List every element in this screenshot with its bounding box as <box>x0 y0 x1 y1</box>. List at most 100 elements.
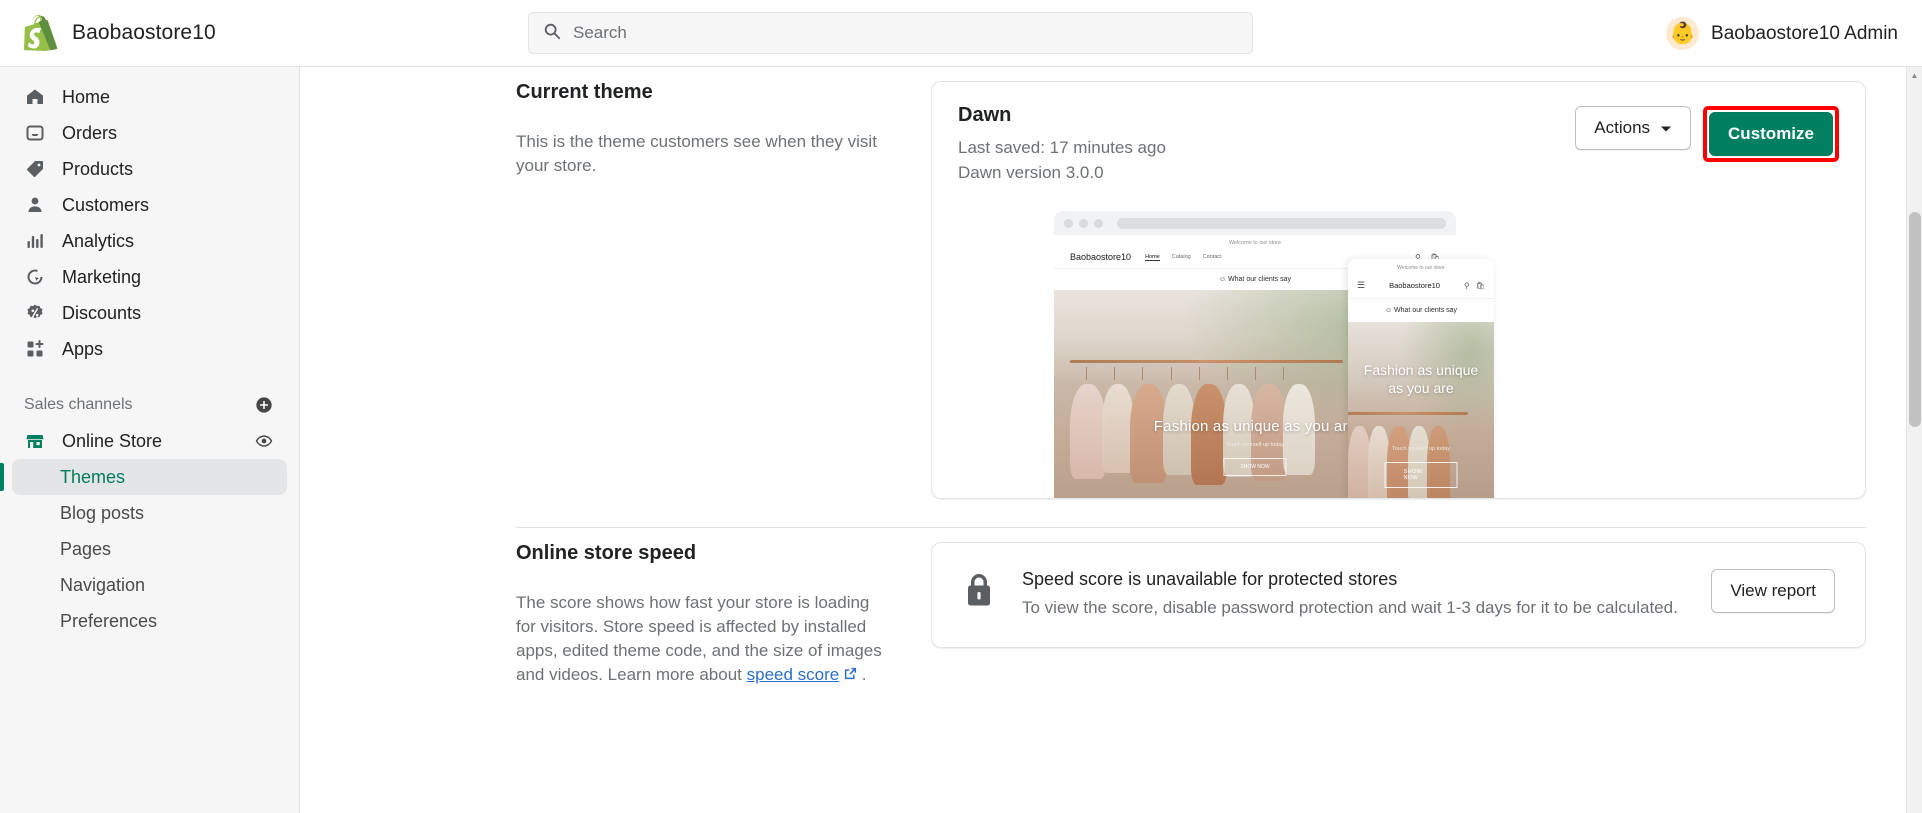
browser-chrome <box>1054 211 1456 235</box>
sidebar-item-label: Products <box>62 158 134 179</box>
sidebar-item-label: Navigation <box>60 574 146 595</box>
customize-label: Customize <box>1728 124 1814 143</box>
mobile-clients-banner: ☺ What our clients say <box>1384 307 1458 315</box>
browser-url-bar <box>1117 217 1446 229</box>
sidebar-item-label: Blog posts <box>60 502 145 523</box>
preview-nav-link: Home <box>1145 253 1160 261</box>
store-speed-desc-end: . <box>861 665 867 685</box>
store-speed-title: Online store speed <box>516 542 697 564</box>
eye-icon[interactable] <box>253 430 275 452</box>
search-wrapper <box>528 12 1253 54</box>
lock-icon <box>962 569 996 614</box>
shopify-bag-icon <box>24 15 58 51</box>
speed-headline: Speed score is unavailable for protected… <box>1022 569 1398 589</box>
sidebar-item-pages[interactable]: Pages <box>12 531 287 567</box>
search-input[interactable] <box>573 23 1238 43</box>
external-link-icon <box>844 665 862 684</box>
sidebar-item-home[interactable]: Home <box>12 79 287 115</box>
actions-button[interactable]: Actions <box>1575 106 1692 150</box>
theme-last-saved: Last saved: 17 minutes ago <box>958 138 1166 157</box>
speed-panel-wrapper: Speed score is unavailable for protected… <box>931 542 1866 688</box>
sidebar-item-label: Preferences <box>60 610 158 631</box>
search-box[interactable] <box>528 12 1253 54</box>
current-theme-description: This is the theme customers see when the… <box>516 132 877 176</box>
customers-person-icon <box>24 194 46 216</box>
sidebar-item-analytics[interactable]: Analytics <box>12 223 287 259</box>
page-scrollbar[interactable]: ▲ <box>1906 67 1922 813</box>
user-name: Baobaostore10 Admin <box>1711 22 1898 44</box>
orders-inbox-icon <box>24 122 46 144</box>
search-icon <box>543 22 561 45</box>
theme-details: Dawn Last saved: 17 minutes ago Dawn ver… <box>958 104 1166 185</box>
sidebar-item-label: Home <box>62 86 111 107</box>
preview-nav-link: Contact <box>1202 253 1222 260</box>
cart-icon: 🛍 <box>1475 281 1485 291</box>
products-tag-icon <box>24 158 46 180</box>
user-menu[interactable]: 👶 Baobaostore10 Admin <box>1666 0 1898 67</box>
sidebar-item-label: Themes <box>60 466 126 487</box>
brand-area[interactable]: Baobaostore10 <box>0 15 300 51</box>
sidebar-item-themes[interactable]: Themes <box>0 459 287 495</box>
sales-channels-label: Sales channels <box>24 396 133 413</box>
speed-texts: Speed score is unavailable for protected… <box>1022 569 1685 621</box>
store-speed-description: The score shows how fast your store is l… <box>516 591 891 688</box>
mobile-clients-text: What our clients say <box>1394 307 1458 315</box>
discounts-percent-icon <box>24 302 46 324</box>
sidebar-item-label: Discounts <box>62 302 142 323</box>
customize-highlight: Customize <box>1703 106 1839 162</box>
speed-body: To view the score, disable password prot… <box>1022 598 1678 617</box>
mobile-hero-title: Fashion as unique as you are <box>1363 362 1479 397</box>
view-report-button[interactable]: View report <box>1711 569 1835 613</box>
sidebar-item-discounts[interactable]: Discounts <box>12 295 287 331</box>
top-bar: Baobaostore10 👶 Baobaostore10 Admin <box>0 0 1922 67</box>
speed-score-link[interactable]: speed score <box>747 665 840 684</box>
store-speed-info: Online store speed The score shows how f… <box>516 542 931 688</box>
storefront-icon <box>24 430 46 452</box>
browser-dot-icon <box>1079 218 1088 228</box>
sidebar-item-products[interactable]: Products <box>12 151 287 187</box>
preview-announcement: Welcome to our store <box>1228 240 1282 247</box>
sidebar-item-label: Apps <box>62 338 104 359</box>
sidebar-item-label: Customers <box>62 194 150 215</box>
brand-name: Baobaostore10 <box>72 21 216 44</box>
theme-header: Dawn Last saved: 17 minutes ago Dawn ver… <box>958 104 1839 185</box>
customize-button[interactable]: Customize <box>1709 112 1833 156</box>
sidebar: Home Orders Products Customers Analytics… <box>0 67 300 813</box>
preview-hero-button[interactable]: SHOW NOW <box>1223 458 1287 477</box>
marketing-target-icon <box>24 266 46 288</box>
store-speed-row: Online store speed The score shows how f… <box>301 528 1906 688</box>
current-theme-info: Current theme This is the theme customer… <box>516 81 931 499</box>
home-icon <box>24 86 46 108</box>
theme-actions: Actions Customize <box>1575 104 1839 162</box>
sales-channels-header: Sales channels <box>24 391 275 419</box>
sidebar-item-online-store[interactable]: Online Store <box>12 423 287 459</box>
sidebar-item-label: Online Store <box>62 430 163 451</box>
sidebar-item-marketing[interactable]: Marketing <box>12 259 287 295</box>
sidebar-item-label: Marketing <box>62 266 142 287</box>
browser-dot-icon <box>1094 218 1103 228</box>
scroll-up-arrow[interactable]: ▲ <box>1907 67 1922 83</box>
speed-score-panel: Speed score is unavailable for protected… <box>931 542 1866 648</box>
analytics-bars-icon <box>24 230 46 252</box>
hamburger-menu-icon[interactable]: ☰ <box>1357 280 1365 291</box>
preview-nav-links: Home Catalog Contact <box>1145 254 1222 261</box>
mobile-preview[interactable]: Welcome to our store ☰ Baobaostore10 ⚲ 🛍… <box>1348 259 1494 498</box>
sidebar-item-apps[interactable]: Apps <box>12 331 287 367</box>
sidebar-item-label: Pages <box>60 538 112 559</box>
sidebar-item-blog-posts[interactable]: Blog posts <box>12 495 287 531</box>
mobile-store-name: Baobaostore10 <box>1389 281 1440 291</box>
mobile-hero-button[interactable]: SHOW NOW <box>1384 462 1458 489</box>
sidebar-item-orders[interactable]: Orders <box>12 115 287 151</box>
browser-dot-icon <box>1064 218 1073 228</box>
theme-name: Dawn <box>958 104 1012 126</box>
page-title: Current theme <box>516 81 653 103</box>
mobile-nav: ☰ Baobaostore10 ⚲ 🛍 <box>1348 275 1494 300</box>
mobile-hero-sub: Touch yourself up today <box>1391 446 1451 453</box>
plus-circle-icon[interactable] <box>253 394 275 416</box>
view-report-label: View report <box>1730 581 1816 600</box>
mobile-hero: Fashion as unique as you are Touch yours… <box>1348 322 1494 498</box>
scrollbar-thumb[interactable] <box>1909 212 1921 427</box>
sidebar-item-customers[interactable]: Customers <box>12 187 287 223</box>
sidebar-item-preferences[interactable]: Preferences <box>12 603 287 639</box>
sidebar-item-navigation[interactable]: Navigation <box>12 567 287 603</box>
